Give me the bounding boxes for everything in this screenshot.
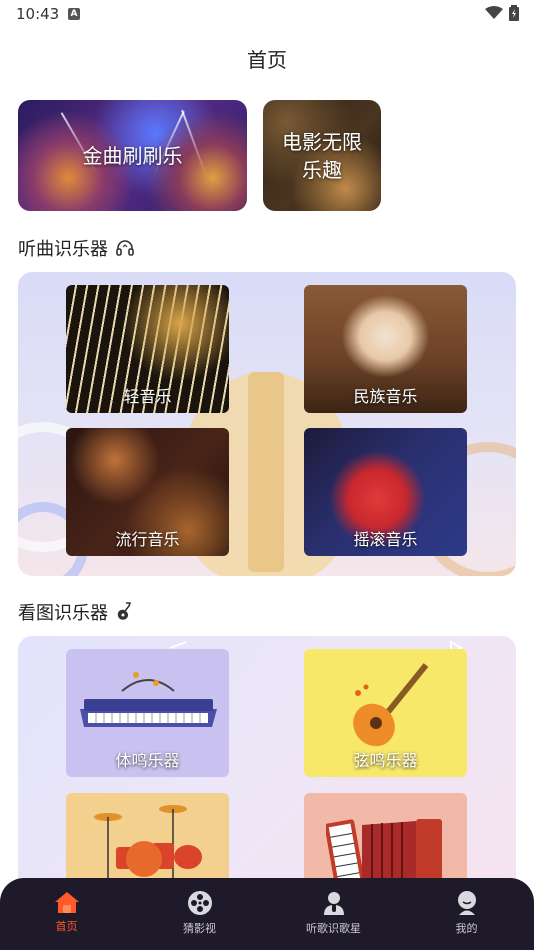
- tab-profile-label: 我的: [455, 922, 478, 935]
- film-reel-icon: [187, 891, 212, 915]
- banner-movie-fun-line1: 电影无限: [282, 129, 362, 154]
- card-chordophone[interactable]: 弦鸣乐器: [304, 649, 467, 777]
- wifi-icon: [485, 6, 503, 19]
- card-folk-music[interactable]: 民族音乐: [304, 285, 467, 413]
- status-bar: 10:43 A: [0, 0, 534, 28]
- card-pop-music[interactable]: 流行音乐: [66, 428, 229, 556]
- card-folk-music-label: 民族音乐: [353, 387, 418, 406]
- card-chordophone-label: 弦鸣乐器: [353, 751, 418, 770]
- tab-guess-film[interactable]: 猜影视: [133, 878, 266, 950]
- battery-icon: [509, 5, 519, 21]
- tab-identify-singer-label: 听歌识歌星: [306, 922, 361, 935]
- guitar-icon: [117, 602, 132, 620]
- bottom-tab-bar: 首页 猜影视 听歌识歌星 我的: [0, 878, 534, 950]
- notification-icon: A: [68, 8, 80, 20]
- banner-movie-fun-label: 电影无限 乐趣: [263, 100, 381, 211]
- headphones-icon: [116, 240, 134, 256]
- banner-golden-hits[interactable]: 金曲刷刷乐: [18, 100, 247, 211]
- ukulele-illustration: [353, 663, 429, 747]
- page-title: 首页: [247, 48, 287, 72]
- drum-kit-illustration: [94, 805, 202, 879]
- card-pop-music-label: 流行音乐: [115, 530, 180, 549]
- listen-section-title: 听曲识乐器: [18, 235, 134, 261]
- card-idiophone-label: 体鸣乐器: [115, 751, 180, 770]
- listen-section-title-text: 听曲识乐器: [18, 239, 108, 260]
- see-section-title-text: 看图识乐器: [18, 603, 108, 624]
- tab-profile[interactable]: 我的: [400, 878, 533, 950]
- card-light-music[interactable]: 轻音乐: [66, 285, 229, 413]
- tab-identify-singer[interactable]: 听歌识歌星: [267, 878, 400, 950]
- banner-movie-fun-line2: 乐趣: [302, 157, 342, 182]
- home-icon: [54, 892, 79, 913]
- tab-home[interactable]: 首页: [0, 878, 133, 950]
- see-section-title: 看图识乐器: [18, 599, 132, 625]
- status-time: 10:43: [16, 5, 60, 23]
- card-rock-music[interactable]: 摇滚音乐: [304, 428, 467, 556]
- guitar-neck-illustration: [248, 372, 284, 572]
- listen-panel: 轻音乐 民族音乐 流行音乐 摇滚音乐: [18, 272, 516, 576]
- see-panel: 体鸣乐器 弦鸣乐器: [18, 636, 516, 896]
- card-light-music-label: 轻音乐: [123, 387, 172, 406]
- profile-icon: [457, 891, 476, 915]
- tab-home-label: 首页: [55, 920, 78, 933]
- card-idiophone[interactable]: 体鸣乐器: [66, 649, 229, 777]
- banner-golden-hits-label: 金曲刷刷乐: [82, 143, 183, 168]
- card-rock-music-label: 摇滚音乐: [353, 530, 418, 549]
- tab-guess-film-label: 猜影视: [183, 922, 216, 935]
- singer-icon: [323, 892, 344, 915]
- banner-movie-fun[interactable]: 电影无限 乐趣: [263, 100, 381, 211]
- keyboard-illustration: [80, 672, 217, 727]
